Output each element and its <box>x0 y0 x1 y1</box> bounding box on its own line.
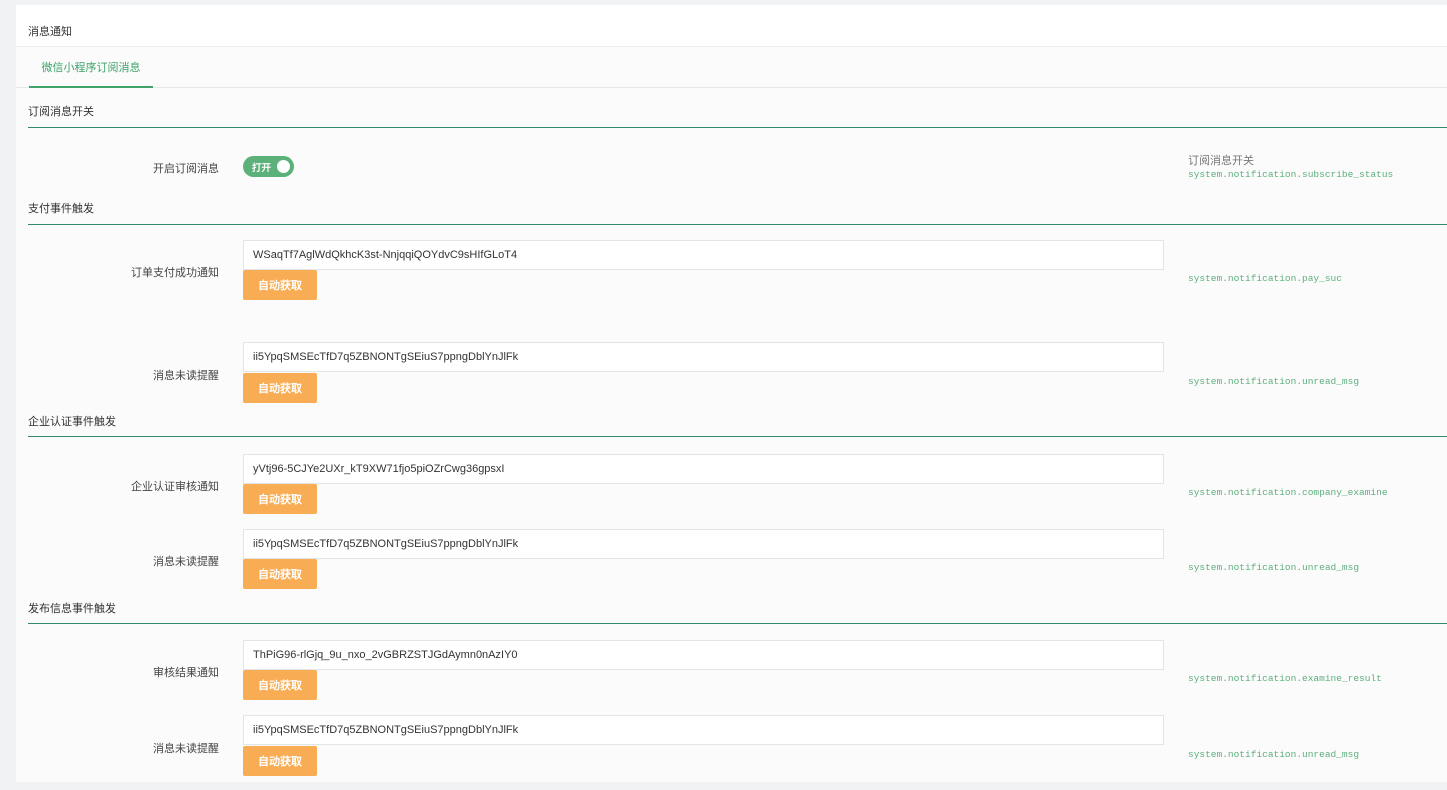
field-label-unread-msg: 消息未读提醒 <box>153 556 219 568</box>
unread-msg-template-input[interactable] <box>243 529 1164 559</box>
tab-wechat-subscribe[interactable]: 微信小程序订阅消息 <box>29 47 153 88</box>
pay-suc-template-input[interactable] <box>243 240 1164 270</box>
subscribe-toggle[interactable]: 打开 <box>243 156 294 177</box>
section-divider <box>28 127 1447 128</box>
field-label-pay-suc: 订单支付成功通知 <box>131 267 219 279</box>
auto-fetch-button[interactable]: 自动获取 <box>243 373 317 403</box>
settings-panel: 消息通知 微信小程序订阅消息 订阅消息开关 开启订阅消息 打开 订阅消息开关 s… <box>16 5 1447 782</box>
hint-subscribe: system.notification.subscribe_status <box>1188 169 1394 180</box>
section-title-pay: 支付事件触发 <box>28 203 94 215</box>
section-title-subscribe: 订阅消息开关 <box>28 106 94 118</box>
field-label-unread-msg: 消息未读提醒 <box>153 743 219 755</box>
toggle-knob <box>277 160 290 173</box>
hint-title-subscribe: 订阅消息开关 <box>1188 155 1254 167</box>
hint-company-examine: system.notification.company_examine <box>1188 487 1388 498</box>
unread-msg-template-input[interactable] <box>243 715 1164 745</box>
field-label-subscribe: 开启订阅消息 <box>153 163 219 175</box>
hint-pay-suc: system.notification.pay_suc <box>1188 273 1342 284</box>
section-divider <box>28 623 1447 624</box>
field-label-unread-msg: 消息未读提醒 <box>153 370 219 382</box>
section-divider <box>28 224 1447 225</box>
section-title-company: 企业认证事件触发 <box>28 416 116 428</box>
company-examine-template-input[interactable] <box>243 454 1164 484</box>
toggle-label: 打开 <box>252 163 272 174</box>
field-label-company-examine: 企业认证审核通知 <box>131 481 219 493</box>
auto-fetch-button[interactable]: 自动获取 <box>243 746 317 776</box>
hint-unread-msg: system.notification.unread_msg <box>1188 376 1360 387</box>
auto-fetch-button[interactable]: 自动获取 <box>243 559 317 589</box>
section-divider <box>28 436 1447 437</box>
examine-result-template-input[interactable] <box>243 640 1164 670</box>
section-title-publish: 发布信息事件触发 <box>28 603 116 615</box>
hint-examine-result: system.notification.examine_result <box>1188 673 1382 684</box>
auto-fetch-button[interactable]: 自动获取 <box>243 484 317 514</box>
tab-bar: 微信小程序订阅消息 <box>16 47 1447 88</box>
field-label-examine-result: 审核结果通知 <box>153 667 219 679</box>
hint-unread-msg: system.notification.unread_msg <box>1188 562 1360 573</box>
auto-fetch-button[interactable]: 自动获取 <box>243 270 317 300</box>
hint-unread-msg: system.notification.unread_msg <box>1188 749 1360 760</box>
unread-msg-template-input[interactable] <box>243 342 1164 372</box>
auto-fetch-button[interactable]: 自动获取 <box>243 670 317 700</box>
page-header: 消息通知 <box>16 5 1447 47</box>
page-title: 消息通知 <box>28 26 72 38</box>
